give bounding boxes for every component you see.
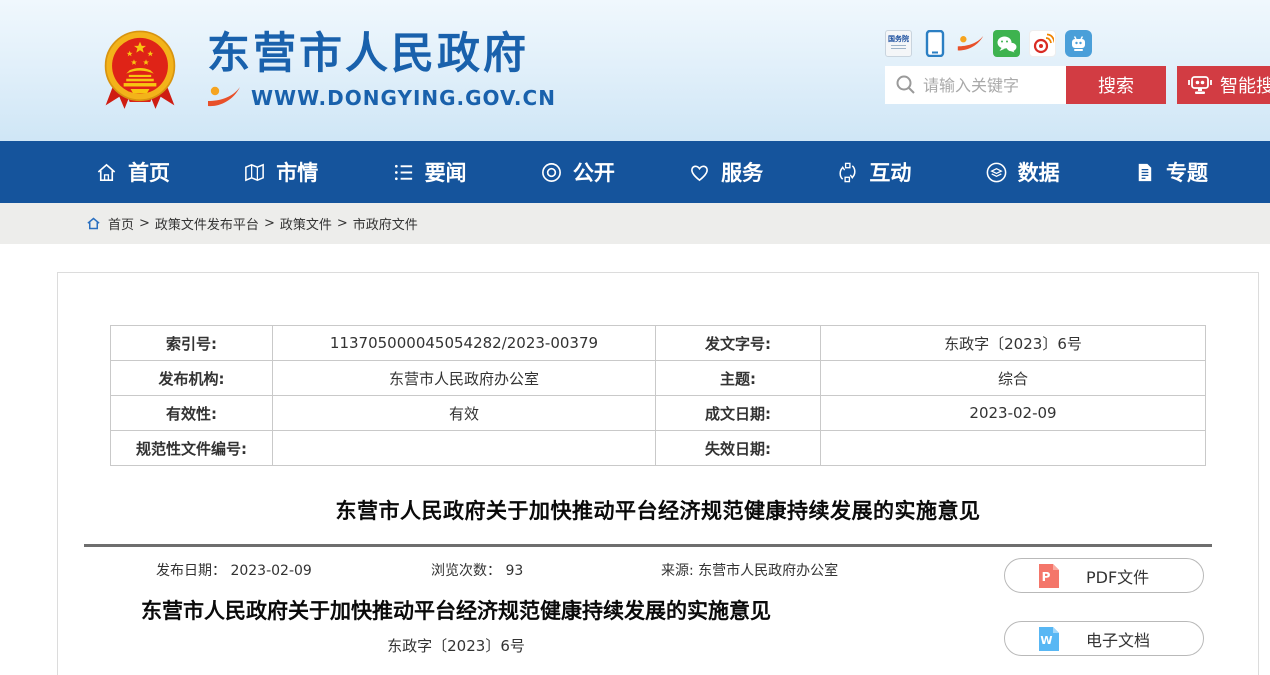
meta-value-validity: 有效 [273,396,656,431]
meta-label-publisher: 发布机构: [111,361,273,396]
article-title: 东营市人民政府关于加快推动平台经济规范健康持续发展的实施意见 [58,495,1258,525]
meta-value-normative-number [273,431,656,466]
svg-text:W: W [1040,634,1052,647]
document-card: 索引号: 113705000045054282/2023-00379 发文字号:… [57,272,1259,675]
document-meta-table: 索引号: 113705000045054282/2023-00379 发文字号:… [110,325,1206,466]
meta-value-expiry-date [821,431,1206,466]
meta-label-normative-number: 规范性文件编号: [111,431,273,466]
home-icon [95,161,118,184]
breadcrumb-separator: > [139,216,150,231]
national-emblem-logo [97,26,183,116]
search-icon [895,74,917,96]
pdf-file-icon: P [1038,563,1060,589]
interaction-arrows-icon [836,161,859,184]
site-name: 东营市人民政府 [207,31,556,78]
word-file-button[interactable]: W 电子文档 [1004,621,1204,656]
meta-value-topic: 综合 [821,361,1206,396]
quick-links: 国务院 [885,30,1092,57]
nav-item-topics[interactable]: 专题 [1133,157,1208,187]
mobile-app-icon[interactable] [1065,30,1092,57]
svg-text:P: P [1042,570,1051,584]
site-url: WWW.DONGYING.GOV.CN [251,86,556,110]
site-brand[interactable]: 东营市人民政府 WWW.DONGYING.GOV.CN [97,26,556,116]
document-number: 东政字〔2023〕6号 [111,635,801,656]
word-file-icon: W [1038,626,1060,652]
meta-label-expiry-date: 失效日期: [656,431,821,466]
document-title: 东营市人民政府关于加快推动平台经济规范健康持续发展的实施意见 [111,595,801,625]
table-row: 有效性: 有效 成文日期: 2023-02-09 [111,396,1206,431]
views-label: 浏览次数： [431,563,501,579]
mobile-site-icon[interactable] [921,30,948,57]
search-button[interactable]: 搜索 [1066,66,1166,104]
map-icon [243,161,266,184]
source-value: 东营市人民政府办公室 [698,563,838,579]
breadcrumb: 首页 > 政策文件发布平台 > 政策文件 > 市政府文件 [0,203,1270,244]
table-row: 索引号: 113705000045054282/2023-00379 发文字号:… [111,326,1206,361]
smart-search-button[interactable]: 智能搜索 [1177,66,1270,104]
meta-value-docnum: 东政字〔2023〕6号 [821,326,1206,361]
brand-swoosh-icon [207,85,241,111]
data-layers-icon [985,161,1008,184]
word-button-label: 电子文档 [1086,627,1150,651]
main-nav: 首页 市情 要闻 公开 服务 互动 数据 专题 [0,141,1270,203]
nav-item-interaction[interactable]: 互动 [836,157,911,187]
nav-item-data[interactable]: 数据 [985,157,1060,187]
nav-item-news[interactable]: 要闻 [392,157,467,187]
weibo-icon[interactable] [1029,30,1056,57]
meta-label-docnum: 发文字号: [656,326,821,361]
publish-date-value: 2023-02-09 [230,563,311,579]
source-label: 来源: [661,563,694,579]
document-body: 东营市人民政府关于加快推动平台经济规范健康持续发展的实施意见 东政字〔2023〕… [111,595,801,656]
nav-item-disclosure[interactable]: 公开 [540,157,615,187]
breadcrumb-separator: > [337,216,348,231]
nav-item-services[interactable]: 服务 [688,157,763,187]
smart-search-label: 智能搜索 [1220,72,1270,98]
topics-document-icon [1133,161,1156,184]
meta-label-topic: 主题: [656,361,821,396]
breadcrumb-item-platform[interactable]: 政策文件发布平台 [155,214,259,233]
pdf-button-label: PDF文件 [1086,564,1149,588]
nav-item-home[interactable]: 首页 [95,157,170,187]
meta-label-written-date: 成文日期: [656,396,821,431]
breadcrumb-item-policy-files[interactable]: 政策文件 [280,214,332,233]
views-value: 93 [505,563,523,579]
breadcrumb-item-home[interactable]: 首页 [108,214,134,233]
search-area: 搜索 智能搜索 [885,66,1270,104]
robot-icon [1187,72,1213,98]
breadcrumb-item-current: 市政府文件 [353,214,418,233]
table-row: 规范性文件编号: 失效日期: [111,431,1206,466]
meta-label-validity: 有效性: [111,396,273,431]
meta-label-index: 索引号: [111,326,273,361]
pdf-file-button[interactable]: P PDF文件 [1004,558,1204,593]
service-heart-icon [688,161,711,184]
search-box [885,66,1066,104]
nav-item-city[interactable]: 市情 [243,157,318,187]
site-header: 东营市人民政府 WWW.DONGYING.GOV.CN 国务院 [0,0,1270,141]
meta-value-written-date: 2023-02-09 [821,396,1206,431]
title-divider [84,544,1212,547]
breadcrumb-home-icon [86,216,101,231]
wechat-icon[interactable] [993,30,1020,57]
meta-value-index: 113705000045054282/2023-00379 [273,326,656,361]
brand-swoosh-icon[interactable] [957,30,984,57]
disclosure-eye-icon [540,161,563,184]
publish-date-label: 发布日期： [156,563,226,579]
table-row: 发布机构: 东营市人民政府办公室 主题: 综合 [111,361,1206,396]
breadcrumb-separator: > [264,216,275,231]
state-council-app-icon[interactable]: 国务院 [885,30,912,57]
news-list-icon [392,161,415,184]
meta-value-publisher: 东营市人民政府办公室 [273,361,656,396]
